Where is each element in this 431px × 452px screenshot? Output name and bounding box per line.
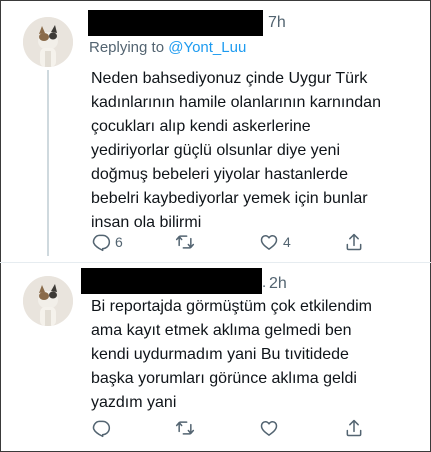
replying-handle-link[interactable]: @Yont_Luu [168, 39, 246, 56]
replying-prefix: Replying to [89, 39, 169, 56]
share-icon [346, 233, 362, 251]
redacted-username [81, 268, 262, 294]
cat-avatar-image [23, 276, 73, 326]
reply-icon [92, 420, 111, 438]
heart-icon [260, 421, 278, 436]
heart-icon [260, 235, 278, 250]
thread-connector-line [47, 70, 49, 256]
reply-button[interactable] [91, 418, 115, 438]
cat-avatar-image [23, 17, 73, 67]
like-count: 4 [283, 234, 291, 250]
tweet-time[interactable]: 2h [269, 275, 287, 293]
avatar[interactable] [23, 17, 73, 67]
tweet-text: Bi reportajda görmüştüm çok etkilendim a… [91, 298, 373, 411]
retweet-icon [175, 421, 195, 435]
share-icon [346, 419, 362, 437]
share-button[interactable] [344, 232, 364, 252]
retweet-button[interactable] [175, 418, 195, 438]
reply-count: 6 [115, 234, 123, 250]
like-button[interactable] [259, 418, 283, 438]
handle-separator: . [262, 274, 267, 291]
tweet-text: Neden bahsediyonuz çinde Uygur Türk kadı… [91, 70, 381, 231]
tweet-divider [0, 262, 431, 263]
retweet-icon [175, 235, 195, 249]
avatar[interactable] [23, 276, 73, 326]
like-button[interactable]: 4 [259, 232, 291, 252]
reply-icon [92, 234, 111, 252]
share-button[interactable] [344, 418, 364, 438]
reply-button[interactable]: 6 [91, 232, 123, 252]
replying-to: Replying to @Yont_Luu [89, 39, 246, 56]
tweet-time[interactable]: 7h [268, 14, 286, 32]
retweet-button[interactable] [175, 232, 195, 252]
redacted-username [88, 10, 263, 36]
